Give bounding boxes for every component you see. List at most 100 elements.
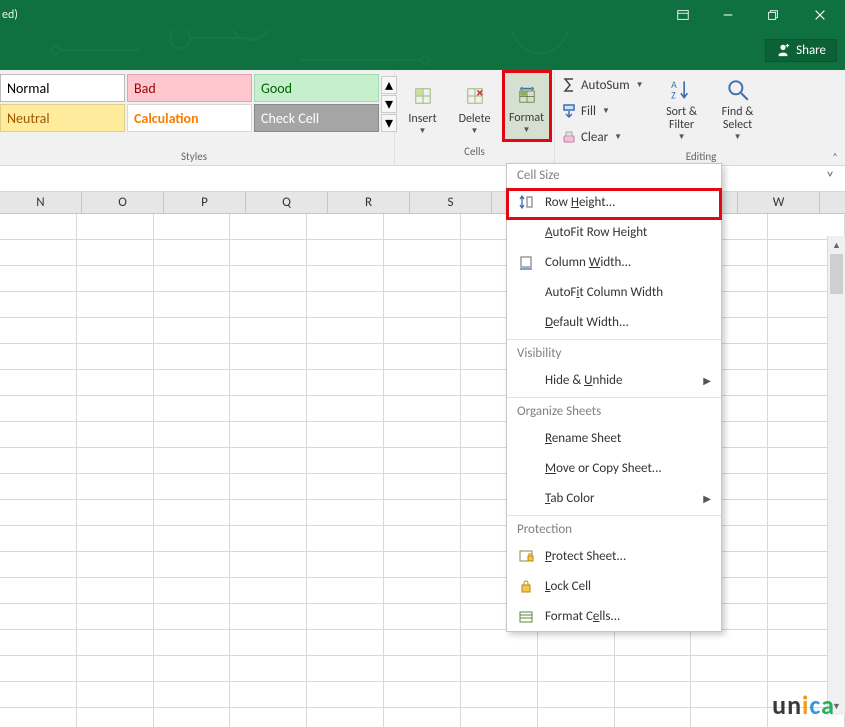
grid-cell[interactable] bbox=[307, 604, 384, 630]
grid-cell[interactable] bbox=[461, 656, 538, 682]
grid-cell[interactable] bbox=[77, 448, 154, 474]
formula-bar-expand[interactable]: ˅ bbox=[819, 167, 841, 191]
autosum-button[interactable]: AutoSum ▼ bbox=[561, 74, 644, 96]
grid-cell[interactable] bbox=[538, 656, 615, 682]
sort-filter-button[interactable]: AZ Sort &Filter ▼ bbox=[654, 74, 710, 148]
grid-cell[interactable] bbox=[307, 422, 384, 448]
grid-cell[interactable] bbox=[154, 344, 231, 370]
menu-row-height[interactable]: Row Height... bbox=[507, 187, 721, 217]
grid-cell[interactable] bbox=[0, 214, 77, 240]
grid-cell[interactable] bbox=[230, 708, 307, 727]
grid-cell[interactable] bbox=[384, 630, 461, 656]
grid-cell[interactable] bbox=[384, 604, 461, 630]
grid-cell[interactable] bbox=[77, 526, 154, 552]
fill-button[interactable]: Fill ▼ bbox=[561, 100, 644, 122]
grid-cell[interactable] bbox=[0, 396, 77, 422]
grid-cell[interactable] bbox=[307, 396, 384, 422]
grid-cell[interactable] bbox=[691, 708, 768, 727]
grid-cell[interactable] bbox=[307, 448, 384, 474]
menu-rename-sheet[interactable]: Rename Sheet bbox=[507, 423, 721, 453]
grid-cell[interactable] bbox=[615, 682, 692, 708]
grid-cell[interactable] bbox=[154, 292, 231, 318]
collapse-ribbon-button[interactable]: ˄ bbox=[827, 149, 843, 163]
grid-cell[interactable] bbox=[230, 552, 307, 578]
grid-cell[interactable] bbox=[461, 708, 538, 727]
scroll-up-arrow[interactable]: ▲ bbox=[828, 236, 845, 254]
grid-cell[interactable] bbox=[77, 396, 154, 422]
grid-cell[interactable] bbox=[384, 656, 461, 682]
menu-autofit-row-height[interactable]: AutoFit Row Height bbox=[507, 217, 721, 247]
grid-cell[interactable] bbox=[0, 474, 77, 500]
grid-cell[interactable] bbox=[230, 682, 307, 708]
style-neutral[interactable]: Neutral bbox=[0, 104, 125, 132]
grid-cell[interactable] bbox=[384, 214, 461, 240]
grid-cell[interactable] bbox=[461, 682, 538, 708]
restore-button[interactable] bbox=[750, 0, 795, 30]
grid-cell[interactable] bbox=[307, 474, 384, 500]
grid-cell[interactable] bbox=[461, 630, 538, 656]
grid-cell[interactable] bbox=[307, 266, 384, 292]
grid-cell[interactable] bbox=[615, 656, 692, 682]
grid-cell[interactable] bbox=[230, 266, 307, 292]
grid-cell[interactable] bbox=[538, 630, 615, 656]
grid-cell[interactable] bbox=[384, 240, 461, 266]
grid-cell[interactable] bbox=[307, 318, 384, 344]
menu-protect-sheet[interactable]: Protect Sheet... bbox=[507, 541, 721, 571]
grid-cell[interactable] bbox=[77, 500, 154, 526]
grid-cell[interactable] bbox=[230, 526, 307, 552]
grid-cell[interactable] bbox=[307, 240, 384, 266]
grid-cell[interactable] bbox=[230, 240, 307, 266]
grid-cell[interactable] bbox=[0, 292, 77, 318]
grid-cell[interactable] bbox=[384, 708, 461, 727]
grid-cell[interactable] bbox=[384, 578, 461, 604]
style-check-cell[interactable]: Check Cell bbox=[254, 104, 379, 132]
grid-cell[interactable] bbox=[77, 552, 154, 578]
grid-cell[interactable] bbox=[0, 552, 77, 578]
delete-button[interactable]: Delete ▼ bbox=[450, 74, 500, 142]
grid-cell[interactable] bbox=[154, 448, 231, 474]
grid-cell[interactable] bbox=[77, 630, 154, 656]
close-button[interactable] bbox=[795, 0, 845, 30]
menu-lock-cell[interactable]: Lock Cell bbox=[507, 571, 721, 601]
grid-cell[interactable] bbox=[154, 318, 231, 344]
grid-cell[interactable] bbox=[538, 682, 615, 708]
grid-cell[interactable] bbox=[384, 292, 461, 318]
grid-cell[interactable] bbox=[154, 422, 231, 448]
grid-cell[interactable] bbox=[77, 266, 154, 292]
grid-cell[interactable] bbox=[0, 370, 77, 396]
clear-button[interactable]: Clear ▼ bbox=[561, 126, 644, 148]
grid-cell[interactable] bbox=[77, 604, 154, 630]
grid-cell[interactable] bbox=[230, 370, 307, 396]
grid-cell[interactable] bbox=[0, 578, 77, 604]
grid-cell[interactable] bbox=[307, 552, 384, 578]
grid-cell[interactable] bbox=[77, 292, 154, 318]
grid-cell[interactable] bbox=[230, 448, 307, 474]
grid-cell[interactable] bbox=[384, 526, 461, 552]
grid-cell[interactable] bbox=[538, 708, 615, 727]
style-good[interactable]: Good bbox=[254, 74, 379, 102]
grid-cell[interactable] bbox=[230, 344, 307, 370]
grid-cell[interactable] bbox=[77, 474, 154, 500]
grid-cell[interactable] bbox=[154, 604, 231, 630]
grid-cell[interactable] bbox=[384, 318, 461, 344]
grid-cell[interactable] bbox=[0, 422, 77, 448]
grid-cell[interactable] bbox=[0, 708, 77, 727]
share-button[interactable]: Share bbox=[765, 39, 837, 62]
grid-cell[interactable] bbox=[307, 526, 384, 552]
grid-cell[interactable] bbox=[154, 396, 231, 422]
grid-cell[interactable] bbox=[230, 422, 307, 448]
grid-cell[interactable] bbox=[384, 474, 461, 500]
grid-cell[interactable] bbox=[77, 370, 154, 396]
grid-cell[interactable] bbox=[307, 500, 384, 526]
grid-cell[interactable] bbox=[0, 656, 77, 682]
grid-cell[interactable] bbox=[384, 344, 461, 370]
grid-cell[interactable] bbox=[230, 396, 307, 422]
grid-cell[interactable] bbox=[77, 708, 154, 727]
grid-cell[interactable] bbox=[0, 604, 77, 630]
grid-cell[interactable] bbox=[307, 292, 384, 318]
grid-cell[interactable] bbox=[384, 552, 461, 578]
grid-cell[interactable] bbox=[77, 214, 154, 240]
menu-tab-color[interactable]: Tab Color ▶ bbox=[507, 483, 721, 513]
grid-cell[interactable] bbox=[384, 682, 461, 708]
minimize-button[interactable] bbox=[705, 0, 750, 30]
